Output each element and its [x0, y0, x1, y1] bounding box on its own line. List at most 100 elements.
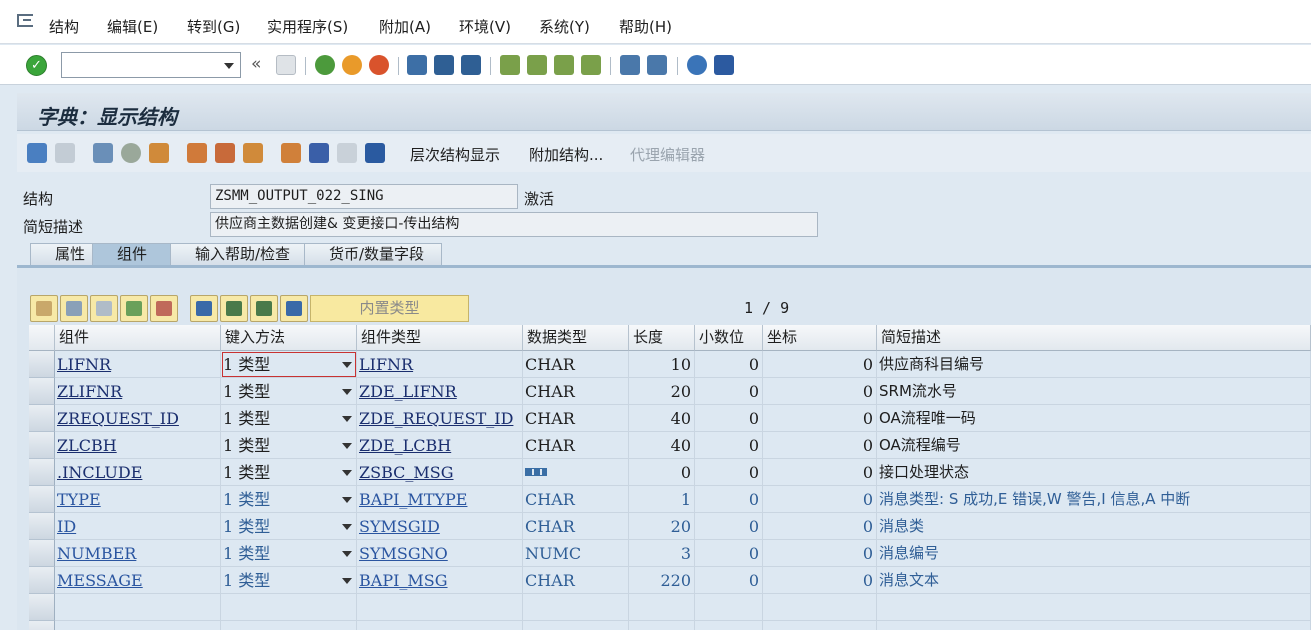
- row-selector[interactable]: [29, 621, 55, 630]
- cell-short-description[interactable]: SRM流水号: [877, 378, 1311, 405]
- cell-length[interactable]: 0: [629, 459, 695, 486]
- arrow-left-icon[interactable]: [27, 143, 47, 163]
- shortcut-icon[interactable]: [647, 55, 667, 75]
- cell-data-type[interactable]: CHAR: [523, 513, 629, 540]
- cell-typing-method[interactable]: [221, 621, 357, 630]
- check-icon[interactable]: [187, 143, 207, 163]
- column-header-decimals[interactable]: 小数位: [695, 325, 763, 351]
- cell-component-type[interactable]: BAPI_MSG: [357, 567, 523, 594]
- cell-typing-method[interactable]: 1 类型: [221, 486, 357, 513]
- menu-extras[interactable]: 附加(A): [379, 16, 431, 37]
- save-icon[interactable]: [276, 55, 296, 75]
- cell-typing-method[interactable]: 1 类型: [221, 351, 357, 378]
- collapse-icon[interactable]: «: [251, 54, 261, 74]
- cell-component[interactable]: [55, 621, 221, 630]
- menu-goto[interactable]: 转到(G): [187, 16, 240, 37]
- cancel-icon[interactable]: [369, 55, 389, 75]
- cell-length[interactable]: 3: [629, 540, 695, 567]
- object-list-icon[interactable]: [243, 143, 263, 163]
- cell-length[interactable]: 220: [629, 567, 695, 594]
- chevron-down-icon[interactable]: [342, 443, 352, 449]
- column-header-short-description[interactable]: 简短描述: [877, 325, 1311, 351]
- cell-decimals[interactable]: 0: [695, 351, 763, 378]
- menu-structure[interactable]: 结构: [49, 16, 79, 37]
- cell-short-description[interactable]: [877, 621, 1311, 630]
- column-header-typing-method[interactable]: 键入方法: [221, 325, 357, 351]
- row-selector[interactable]: [29, 405, 55, 432]
- row-selector[interactable]: [29, 486, 55, 513]
- cell-decimals[interactable]: 0: [695, 459, 763, 486]
- cell-short-description[interactable]: 消息编号: [877, 540, 1311, 567]
- cell-decimals[interactable]: [695, 621, 763, 630]
- cell-coordinate[interactable]: [763, 621, 877, 630]
- cell-data-type[interactable]: NUMC: [523, 540, 629, 567]
- cell-decimals[interactable]: 0: [695, 567, 763, 594]
- cell-coordinate[interactable]: 0: [763, 540, 877, 567]
- structure-name-field[interactable]: ZSMM_OUTPUT_022_SING: [210, 184, 518, 209]
- expand-button[interactable]: [190, 295, 218, 322]
- cell-decimals[interactable]: 0: [695, 540, 763, 567]
- chevron-down-icon[interactable]: [224, 63, 234, 69]
- cell-typing-method[interactable]: 1 类型: [221, 540, 357, 567]
- cell-component-type[interactable]: ZDE_LIFNR: [357, 378, 523, 405]
- new-session-icon[interactable]: [620, 55, 640, 75]
- chevron-down-icon[interactable]: [342, 389, 352, 395]
- cell-component[interactable]: NUMBER: [55, 540, 221, 567]
- cell-component-type[interactable]: ZDE_REQUEST_ID: [357, 405, 523, 432]
- cell-length[interactable]: 20: [629, 513, 695, 540]
- cell-length[interactable]: [629, 594, 695, 621]
- cell-short-description[interactable]: 供应商科目编号: [877, 351, 1311, 378]
- cut-row-button[interactable]: [30, 295, 58, 322]
- cell-coordinate[interactable]: [763, 594, 877, 621]
- cell-short-description[interactable]: OA流程唯一码: [877, 405, 1311, 432]
- cell-typing-method[interactable]: 1 类型: [221, 513, 357, 540]
- cell-component-type[interactable]: LIFNR: [357, 351, 523, 378]
- cell-data-type[interactable]: [523, 594, 629, 621]
- cell-typing-method[interactable]: 1 类型: [221, 378, 357, 405]
- help-icon[interactable]: [687, 55, 707, 75]
- cell-typing-method[interactable]: 1 类型: [221, 459, 357, 486]
- cell-length[interactable]: 10: [629, 351, 695, 378]
- select-button[interactable]: [250, 295, 278, 322]
- cell-component[interactable]: .INCLUDE: [55, 459, 221, 486]
- command-field[interactable]: [61, 52, 241, 78]
- menu-edit[interactable]: 编辑(E): [107, 16, 158, 37]
- column-header-coordinate[interactable]: 坐标: [763, 325, 877, 351]
- insert-row-button[interactable]: [120, 295, 148, 322]
- chevron-down-icon[interactable]: [342, 470, 352, 476]
- delete-row-button[interactable]: [150, 295, 178, 322]
- arrow-right-icon[interactable]: [55, 143, 75, 163]
- row-selector[interactable]: [29, 513, 55, 540]
- cell-component[interactable]: ZLIFNR: [55, 378, 221, 405]
- menu-help[interactable]: 帮助(H): [619, 16, 672, 37]
- cell-short-description[interactable]: 消息类型: S 成功,E 错误,W 警告,I 信息,A 中断: [877, 486, 1311, 513]
- column-header-data-type[interactable]: 数据类型: [523, 325, 629, 351]
- column-header-length[interactable]: 长度: [629, 325, 695, 351]
- info-icon[interactable]: [365, 143, 385, 163]
- row-selector[interactable]: [29, 594, 55, 621]
- tab-components[interactable]: 组件: [92, 243, 174, 266]
- other-object-icon[interactable]: [149, 143, 169, 163]
- row-selector[interactable]: [29, 459, 55, 486]
- cell-short-description[interactable]: OA流程编号: [877, 432, 1311, 459]
- cell-data-type[interactable]: [523, 459, 629, 486]
- cell-component[interactable]: ID: [55, 513, 221, 540]
- cell-coordinate[interactable]: 0: [763, 405, 877, 432]
- where-used-icon[interactable]: [215, 143, 235, 163]
- column-header-component-type[interactable]: 组件类型: [357, 325, 523, 351]
- cell-component[interactable]: TYPE: [55, 486, 221, 513]
- short-description-field[interactable]: 供应商主数据创建& 变更接口-传出结构: [210, 212, 818, 237]
- print-icon[interactable]: [407, 55, 427, 75]
- cell-decimals[interactable]: 0: [695, 378, 763, 405]
- cell-decimals[interactable]: 0: [695, 513, 763, 540]
- cell-coordinate[interactable]: 0: [763, 459, 877, 486]
- cell-component[interactable]: MESSAGE: [55, 567, 221, 594]
- select-all-header[interactable]: [29, 325, 55, 351]
- tab-currency-quantity[interactable]: 货币/数量字段: [304, 243, 442, 266]
- cell-short-description[interactable]: 接口处理状态: [877, 459, 1311, 486]
- cell-component[interactable]: ZLCBH: [55, 432, 221, 459]
- cell-data-type[interactable]: CHAR: [523, 378, 629, 405]
- enter-check-icon[interactable]: ✓: [26, 55, 47, 76]
- cell-coordinate[interactable]: 0: [763, 567, 877, 594]
- exit-icon[interactable]: [342, 55, 362, 75]
